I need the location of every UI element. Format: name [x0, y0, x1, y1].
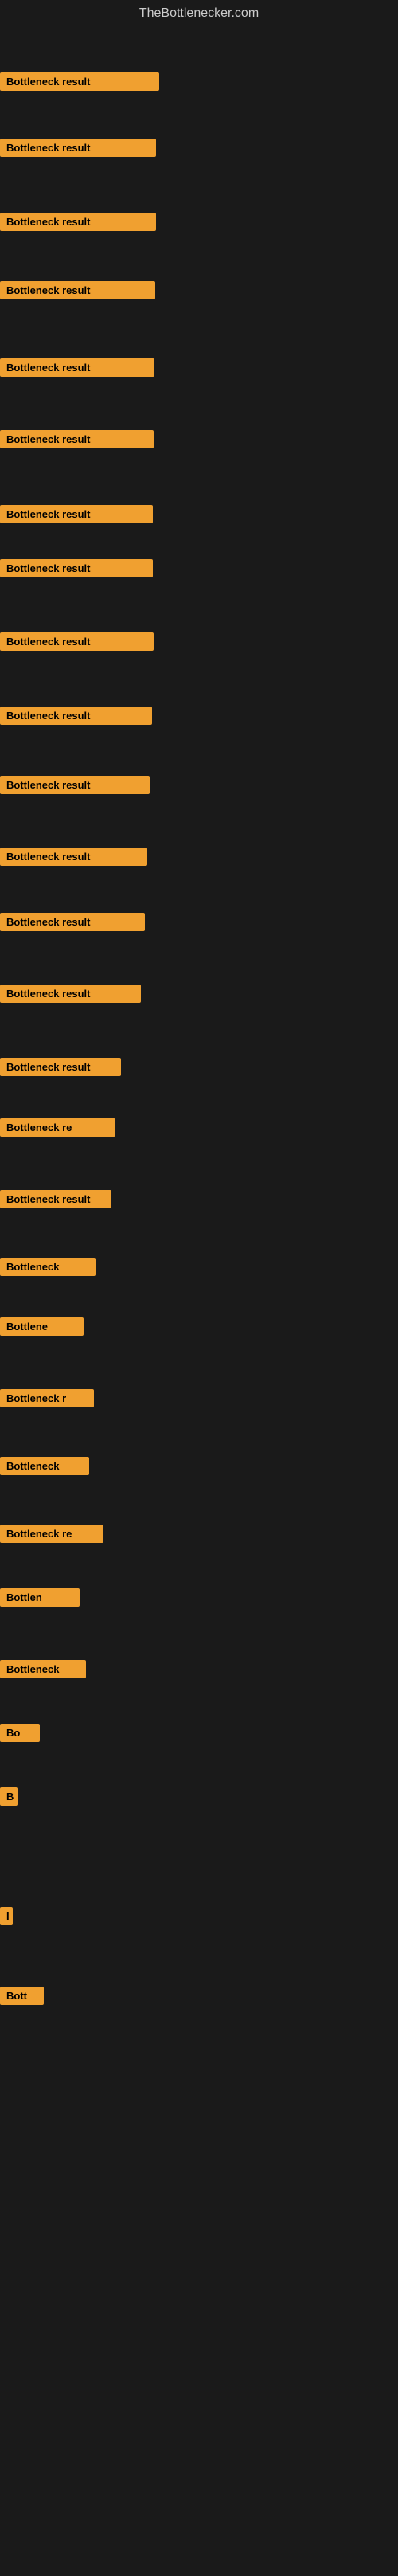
bottleneck-item-7[interactable]: Bottleneck result [0, 505, 153, 523]
bottleneck-item-19[interactable]: Bottlene [0, 1317, 84, 1336]
bottleneck-item-21[interactable]: Bottleneck [0, 1457, 89, 1475]
site-title: TheBottlenecker.com [0, 0, 398, 27]
bottleneck-item-28[interactable]: Bott [0, 1987, 44, 2005]
bottleneck-item-25[interactable]: Bo [0, 1724, 40, 1742]
bottleneck-item-8[interactable]: Bottleneck result [0, 559, 153, 577]
bottleneck-item-14[interactable]: Bottleneck result [0, 985, 141, 1003]
bottleneck-item-24[interactable]: Bottleneck [0, 1660, 86, 1678]
bottleneck-item-15[interactable]: Bottleneck result [0, 1058, 121, 1076]
bottleneck-item-9[interactable]: Bottleneck result [0, 632, 154, 651]
bottleneck-item-22[interactable]: Bottleneck re [0, 1525, 103, 1543]
bottleneck-item-27[interactable]: I [0, 1907, 13, 1925]
bottleneck-item-23[interactable]: Bottlen [0, 1588, 80, 1607]
bottleneck-item-6[interactable]: Bottleneck result [0, 430, 154, 448]
bottleneck-item-3[interactable]: Bottleneck result [0, 213, 156, 231]
bottleneck-item-26[interactable]: B [0, 1787, 18, 1806]
bottleneck-item-12[interactable]: Bottleneck result [0, 848, 147, 866]
bottleneck-item-18[interactable]: Bottleneck [0, 1258, 96, 1276]
bottleneck-item-11[interactable]: Bottleneck result [0, 776, 150, 794]
bottleneck-item-16[interactable]: Bottleneck re [0, 1118, 115, 1137]
bottleneck-item-1[interactable]: Bottleneck result [0, 72, 159, 91]
bottleneck-item-5[interactable]: Bottleneck result [0, 358, 154, 377]
bottleneck-item-17[interactable]: Bottleneck result [0, 1190, 111, 1208]
bottleneck-item-2[interactable]: Bottleneck result [0, 139, 156, 157]
bottleneck-item-20[interactable]: Bottleneck r [0, 1389, 94, 1407]
bottleneck-item-4[interactable]: Bottleneck result [0, 281, 155, 299]
bottleneck-item-10[interactable]: Bottleneck result [0, 707, 152, 725]
bottleneck-item-13[interactable]: Bottleneck result [0, 913, 145, 931]
